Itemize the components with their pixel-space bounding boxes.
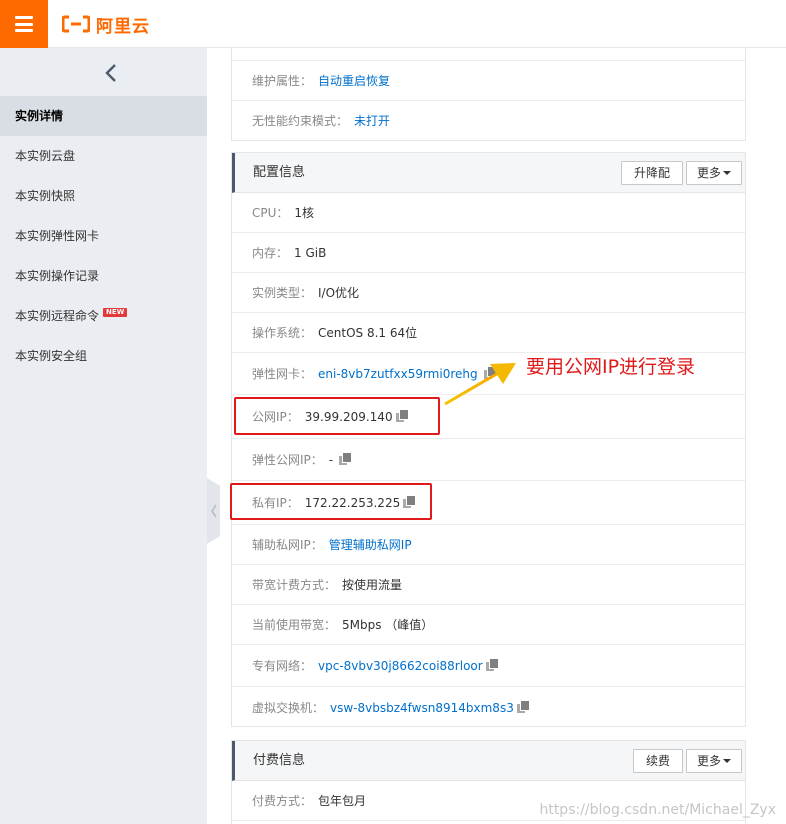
sidebar-item-disks[interactable]: 本实例云盘 <box>0 136 207 176</box>
panel-top-edge <box>232 48 745 61</box>
row-label: 当前使用带宽： <box>252 618 337 632</box>
row-label: 操作系统： <box>252 326 313 340</box>
sidebar-item-label: 本实例操作记录 <box>15 269 100 283</box>
row-value: CentOS 8.1 64位 <box>318 326 418 340</box>
billing-panel-header: 付费信息 续费 更多 <box>232 741 745 781</box>
row-value: 1核 <box>294 206 315 220</box>
new-badge: NEW <box>103 308 128 317</box>
detail-row-secondary-ip: 辅助私网IP： 管理辅助私网IP <box>232 525 745 565</box>
sidebar-item-label: 本实例弹性网卡 <box>15 229 100 243</box>
detail-row-no-perf-limit: 无性能约束模式： 未打开 <box>232 101 745 141</box>
row-label: 弹性网卡： <box>252 367 313 381</box>
detail-row-bandwidth: 当前使用带宽： 5Mbps （峰值） <box>232 605 745 645</box>
caret-down-icon <box>723 171 732 175</box>
back-chevron-icon[interactable] <box>98 60 124 86</box>
private-ip-highlight-box <box>230 483 432 520</box>
row-value: 1 GiB <box>294 246 327 260</box>
sidebar: 实例详情 本实例云盘 本实例快照 本实例弹性网卡 本实例操作记录 本实例远程命令… <box>0 48 207 824</box>
row-label: 虚拟交换机： <box>252 701 325 715</box>
sidebar-item-operation-log[interactable]: 本实例操作记录 <box>0 256 207 296</box>
sidebar-collapse-handle[interactable] <box>207 478 220 544</box>
row-label: 专有网络： <box>252 659 313 673</box>
detail-row-cpu: CPU： 1核 <box>232 193 745 233</box>
panel-title: 付费信息 <box>253 753 306 768</box>
more-button-label: 更多 <box>697 754 722 768</box>
row-label: 弹性公网IP： <box>252 453 323 467</box>
public-ip-highlight-box <box>234 397 440 435</box>
detail-row-vpc: 专有网络： vpc-8vbv30j8662coi88rloor <box>232 645 745 687</box>
caret-down-icon <box>723 759 732 763</box>
row-value: - <box>328 453 334 467</box>
annotation-arrow-icon <box>444 363 516 406</box>
maintenance-panel: 维护属性： 自动重启恢复 无性能约束模式： 未打开 <box>231 48 746 141</box>
no-perf-limit-link[interactable]: 未打开 <box>354 114 390 128</box>
sidebar-item-label: 实例详情 <box>15 109 64 123</box>
logo-text: 阿里云 <box>96 16 150 37</box>
upgrade-button[interactable]: 升降配 <box>621 161 684 185</box>
sidebar-item-security-group[interactable]: 本实例安全组 <box>0 336 207 376</box>
row-label: 实例类型： <box>252 286 313 300</box>
chevron-left-icon <box>210 504 217 518</box>
detail-row-vswitch: 虚拟交换机： vsw-8vbsbz4fwsn8914bxm8s3 <box>232 687 745 729</box>
vswitch-link[interactable]: vsw-8vbsbz4fwsn8914bxm8s3 <box>330 701 514 715</box>
detail-row-eip: 弹性公网IP： - <box>232 439 745 481</box>
sidebar-item-eni[interactable]: 本实例弹性网卡 <box>0 216 207 256</box>
top-bar: 阿里云 <box>0 0 786 48</box>
vpc-link[interactable]: vpc-8vbv30j8662coi88rloor <box>318 659 483 673</box>
detail-row-memory: 内存： 1 GiB <box>232 233 745 273</box>
login-annotation: 要用公网IP进行登录 <box>526 356 696 378</box>
row-label: 无性能约束模式： <box>252 114 349 128</box>
row-label: 辅助私网IP： <box>252 538 323 552</box>
copy-icon[interactable] <box>516 701 529 713</box>
watermark: https://blog.csdn.net/Michael_Zyx <box>539 802 776 818</box>
aliyun-logo[interactable]: 阿里云 <box>62 13 150 37</box>
row-label: 付费方式： <box>252 794 313 808</box>
more-button[interactable]: 更多 <box>686 161 743 185</box>
copy-icon[interactable] <box>339 453 352 465</box>
sidebar-item-snapshots[interactable]: 本实例快照 <box>0 176 207 216</box>
copy-icon[interactable] <box>485 659 498 671</box>
row-label: 内存： <box>252 246 289 260</box>
sidebar-item-label: 本实例云盘 <box>15 149 76 163</box>
sidebar-item-instance-details[interactable]: 实例详情 <box>0 96 207 136</box>
maintenance-link[interactable]: 自动重启恢复 <box>318 74 390 88</box>
row-value: 包年包月 <box>318 794 367 808</box>
detail-row-bandwidth-billing: 带宽计费方式： 按使用流量 <box>232 565 745 605</box>
row-value: I/O优化 <box>318 286 360 300</box>
row-value: 按使用流量 <box>342 578 403 592</box>
config-panel: 配置信息 升降配 更多 CPU： 1核 内存： 1 GiB 实例类型： I/O优化 操… <box>231 152 746 727</box>
config-panel-header: 配置信息 升降配 更多 <box>232 153 745 193</box>
row-label: 维护属性： <box>252 74 313 88</box>
sidebar-item-remote-command[interactable]: 本实例远程命令 NEW <box>0 296 207 336</box>
more-button[interactable]: 更多 <box>686 749 743 773</box>
renew-button[interactable]: 续费 <box>633 749 684 773</box>
sidebar-item-label: 本实例安全组 <box>15 349 88 363</box>
row-value: 5Mbps （峰值） <box>342 618 434 632</box>
sidebar-item-label: 本实例远程命令 <box>15 309 100 323</box>
row-label: 带宽计费方式： <box>252 578 337 592</box>
row-label: CPU： <box>252 206 289 220</box>
hamburger-icon <box>15 16 33 32</box>
detail-row-maintenance: 维护属性： 自动重启恢复 <box>232 61 745 101</box>
manage-secondary-ip-link[interactable]: 管理辅助私网IP <box>329 538 412 552</box>
panel-title: 配置信息 <box>253 165 306 180</box>
detail-row-os: 操作系统： CentOS 8.1 64位 <box>232 313 745 353</box>
aliyun-logo-icon <box>62 15 90 33</box>
sidebar-item-label: 本实例快照 <box>15 189 76 203</box>
more-button-label: 更多 <box>697 166 722 180</box>
detail-row-instance-type: 实例类型： I/O优化 <box>232 273 745 313</box>
menu-button[interactable] <box>0 0 48 48</box>
